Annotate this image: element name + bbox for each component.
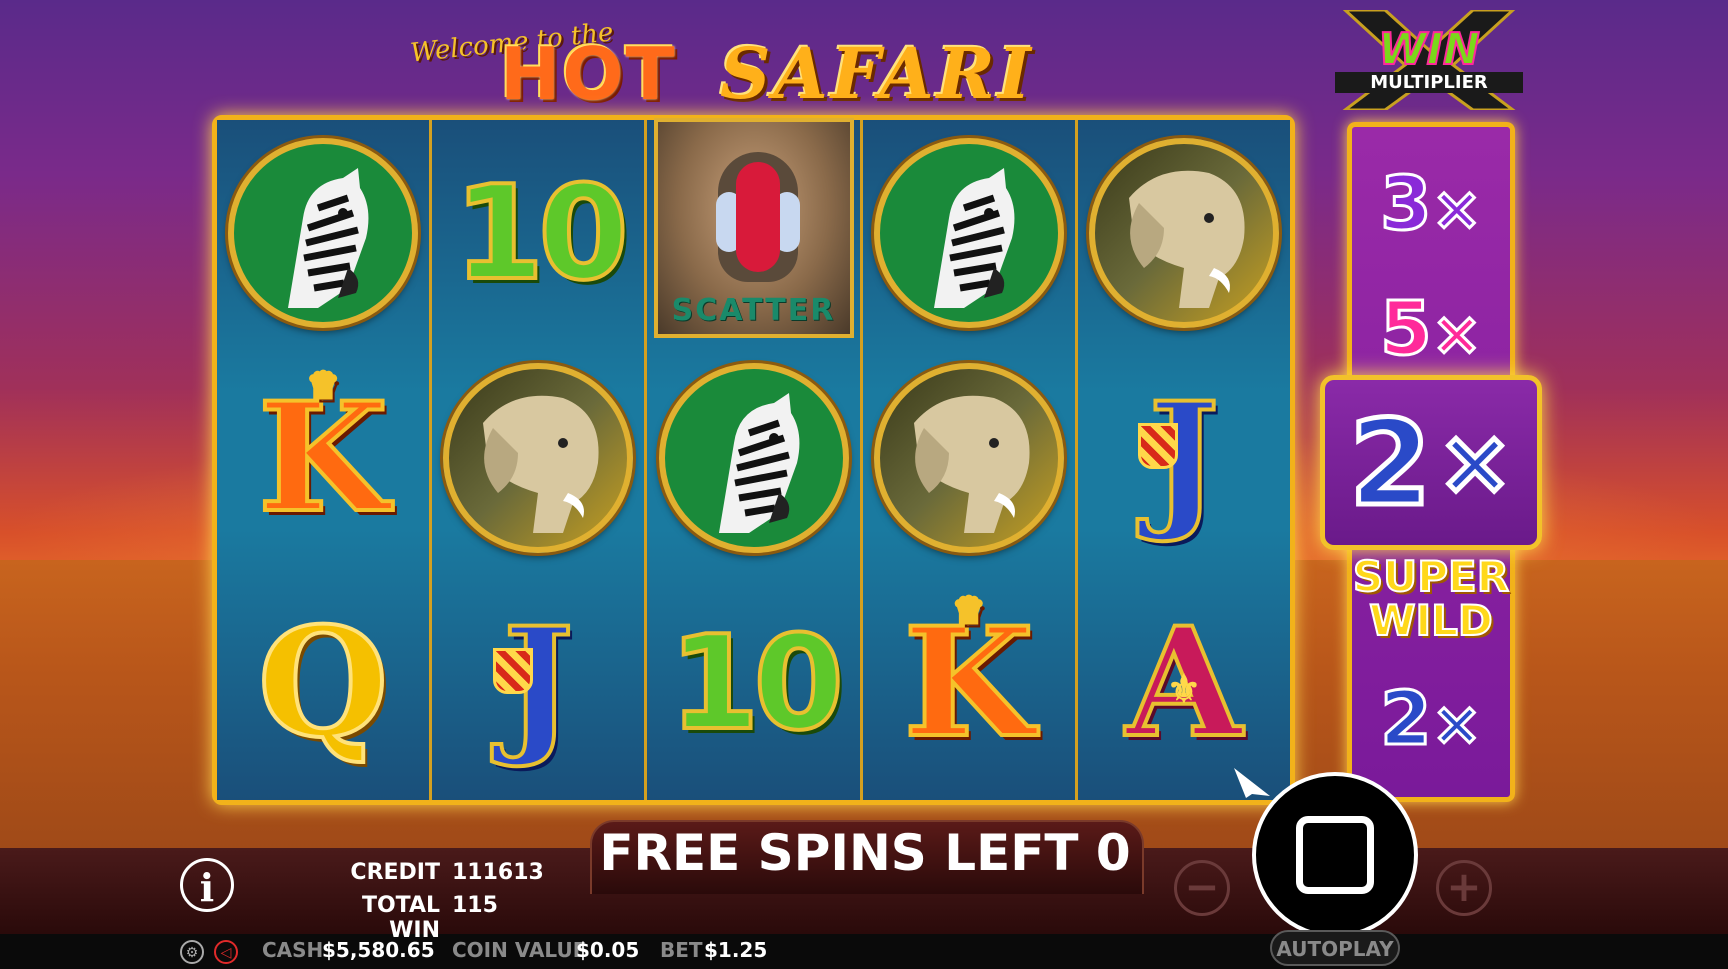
scatter-label: SCATTER bbox=[671, 292, 836, 328]
symbol-q: Q bbox=[217, 570, 429, 795]
multiplier-x: × bbox=[1430, 299, 1483, 369]
win-multiplier-logo: WIN MULTIPLIER bbox=[1335, 10, 1523, 110]
reel-1: ♛ K Q bbox=[217, 120, 433, 800]
win-multiplier-multiplier-text: MULTIPLIER bbox=[1335, 72, 1523, 93]
multiplier-value: 2× bbox=[1352, 681, 1510, 759]
title-safari: SAFARI bbox=[720, 32, 1034, 115]
fleur-de-lis-icon: ⚜ bbox=[1166, 665, 1201, 711]
elephant-icon bbox=[443, 362, 634, 553]
symbol-10: 10 bbox=[647, 570, 859, 795]
symbol-zebra bbox=[647, 345, 859, 570]
symbol-zebra bbox=[217, 120, 429, 345]
symbol-10-label: 10 bbox=[667, 605, 846, 761]
symbol-10-label: 10 bbox=[452, 155, 631, 311]
increase-bet-button[interactable]: + bbox=[1436, 860, 1492, 916]
multiplier-value: 3× bbox=[1352, 166, 1510, 244]
current-multiplier: 2 × bbox=[1320, 375, 1542, 550]
symbol-k: ♛ K bbox=[217, 345, 429, 570]
crown-icon: ♛ bbox=[951, 590, 986, 631]
symbol-elephant bbox=[432, 345, 644, 570]
bet-value: $1.25 bbox=[704, 938, 768, 962]
settings-icon[interactable]: ⚙ bbox=[180, 940, 204, 964]
symbol-j: J bbox=[432, 570, 644, 795]
cash-value: $5,580.65 bbox=[322, 938, 435, 962]
reel-grid: ♛ K Q 10 J SCATTER 10 ♛ K J A ⚜ bbox=[212, 115, 1295, 805]
cash-label: CASH bbox=[262, 938, 324, 962]
title-hot: HOT bbox=[500, 32, 677, 116]
win-multiplier-win-text: WIN bbox=[1377, 23, 1481, 76]
symbol-elephant bbox=[863, 345, 1075, 570]
autoplay-button[interactable]: AUTOPLAY bbox=[1270, 930, 1400, 966]
zebra-icon bbox=[658, 362, 849, 553]
stop-icon bbox=[1296, 816, 1374, 894]
reel-5: J A ⚜ bbox=[1077, 120, 1291, 800]
sound-icon[interactable]: ◁ bbox=[214, 940, 238, 964]
symbol-zebra bbox=[863, 120, 1075, 345]
current-multiplier-x: × bbox=[1435, 408, 1515, 518]
zebra-icon bbox=[228, 137, 419, 328]
free-spins-left-text: FREE SPINS LEFT 0 bbox=[599, 824, 1131, 882]
elephant-icon bbox=[873, 362, 1064, 553]
reel-2: 10 J bbox=[432, 120, 648, 800]
symbol-elephant bbox=[1078, 120, 1290, 345]
multiplier-value: 5× bbox=[1352, 291, 1510, 369]
coin-value-label: COIN VALUE bbox=[452, 938, 587, 962]
multiplier-x: × bbox=[1430, 689, 1483, 759]
game-title: Welcome to the HOT SAFARI bbox=[400, 10, 1040, 116]
total-win-label: TOTAL WIN bbox=[361, 893, 440, 943]
shield-icon bbox=[1138, 422, 1179, 469]
stop-spin-button[interactable] bbox=[1252, 772, 1418, 938]
symbol-10: 10 bbox=[432, 120, 644, 345]
symbol-q-label: Q bbox=[256, 594, 391, 771]
decrease-bet-button[interactable]: − bbox=[1174, 860, 1230, 916]
spin-direction-arrow-icon bbox=[1234, 768, 1270, 798]
symbol-j: J bbox=[1078, 345, 1290, 570]
credit-label: CREDIT bbox=[350, 860, 440, 885]
coin-value-value: $0.05 bbox=[576, 938, 640, 962]
crown-icon: ♛ bbox=[306, 365, 341, 406]
current-multiplier-number: 2 bbox=[1347, 391, 1434, 534]
info-button[interactable]: i bbox=[180, 858, 234, 912]
elephant-icon bbox=[1088, 137, 1279, 328]
multiplier-number: 5 bbox=[1379, 286, 1433, 372]
multiplier-x: × bbox=[1430, 174, 1483, 244]
total-win-value: 115 bbox=[452, 893, 498, 918]
symbol-k: ♛ K bbox=[863, 570, 1075, 795]
mandrill-icon: SCATTER bbox=[653, 117, 854, 338]
bottom-bar bbox=[0, 934, 1728, 969]
multiplier-number: 2 bbox=[1379, 676, 1433, 762]
super-wild-label: SUPER WILD bbox=[1352, 552, 1510, 646]
multiplier-number: 3 bbox=[1379, 161, 1433, 247]
shield-icon bbox=[492, 647, 533, 694]
reel-4: ♛ K bbox=[862, 120, 1078, 800]
reel-3: SCATTER 10 bbox=[647, 117, 863, 800]
bet-label: BET bbox=[660, 938, 703, 962]
credit-value: 111613 bbox=[452, 860, 544, 885]
symbol-scatter: SCATTER bbox=[647, 117, 859, 345]
zebra-icon bbox=[873, 137, 1064, 328]
